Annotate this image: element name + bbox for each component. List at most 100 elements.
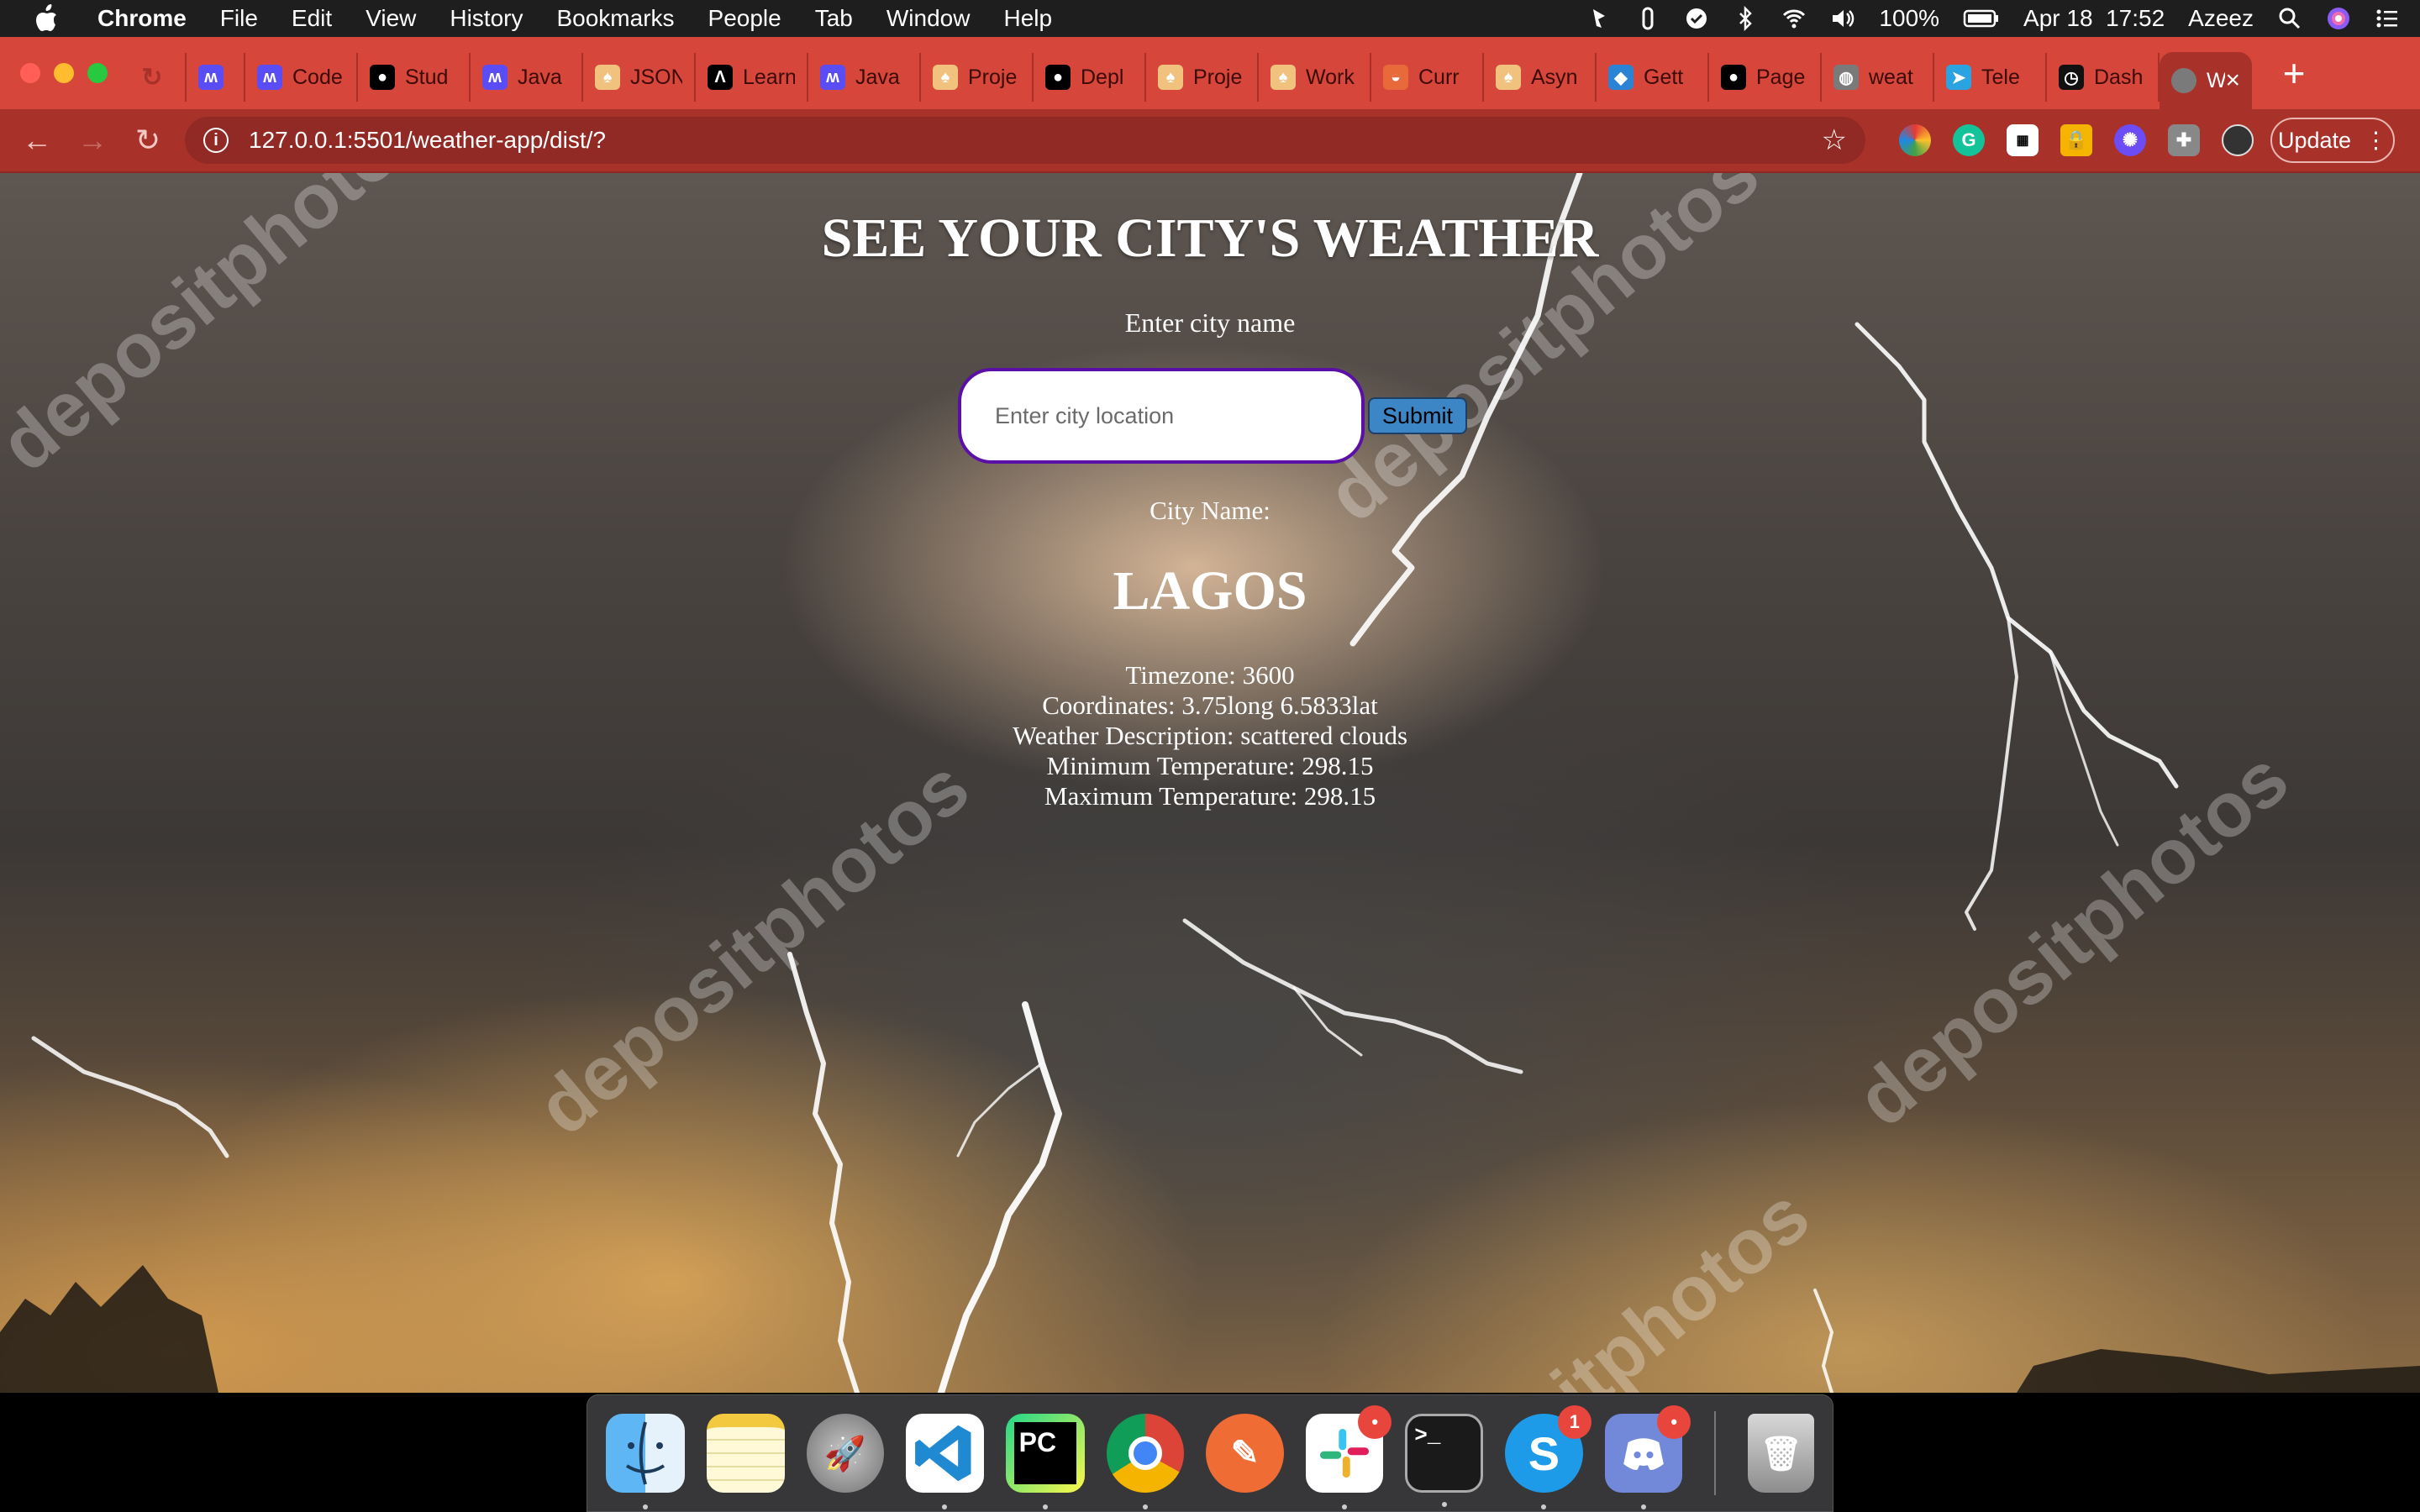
owl-icon: ♠ [1158, 65, 1183, 90]
launchpad-rocket-icon[interactable]: 🚀 [806, 1414, 885, 1493]
menubar-user[interactable]: Azeez [2188, 5, 2254, 32]
discord-icon[interactable]: • [1604, 1405, 1691, 1509]
info-icon[interactable]: i [203, 128, 229, 153]
trash-icon[interactable]: 🗑 [1748, 1414, 1814, 1493]
menu-people[interactable]: People [708, 5, 781, 32]
pycharm-icon[interactable]: PC [1005, 1414, 1085, 1509]
qr-code-extension-icon[interactable]: ▦ [2007, 124, 2039, 156]
tab-4[interactable]: ʍ Java [471, 53, 583, 102]
forward-arrow-icon[interactable]: → [74, 122, 111, 159]
puzzle-extensions-icon[interactable]: ✚ [2168, 124, 2200, 156]
grammarly-extension-icon[interactable]: G [1953, 124, 1985, 156]
tab-title: Java [518, 65, 562, 89]
tab-title: Stud [405, 65, 449, 89]
menubar-datetime[interactable]: Apr 18 17:52 [2023, 5, 2165, 32]
tab-6[interactable]: Λ Learn [696, 53, 808, 102]
battery-icon[interactable] [1963, 6, 2000, 31]
code-icon: Λ [708, 65, 733, 90]
terminal-icon[interactable]: >_ [1405, 1414, 1484, 1507]
chrome-icon[interactable] [1106, 1414, 1185, 1509]
menu-app-name[interactable]: Chrome [97, 5, 187, 32]
bookmark-star-icon[interactable]: ☆ [1822, 123, 1847, 157]
url-text[interactable]: 127.0.0.1:5501/weather-app/dist/? [249, 127, 1822, 154]
cube-icon: ◆ [1608, 65, 1634, 90]
tab-title: Curr [1418, 65, 1460, 89]
tab-14[interactable]: ◆ Gett [1597, 53, 1709, 102]
close-window-button[interactable] [20, 63, 40, 83]
address-bar[interactable]: i 127.0.0.1:5501/weather-app/dist/? ☆ [185, 117, 1865, 164]
update-button[interactable]: Update ⋮ [2270, 118, 2395, 163]
tab-title: Depl [1081, 65, 1124, 89]
globe-icon: ◍ [1833, 65, 1859, 90]
skype-icon[interactable]: S 1 [1505, 1405, 1591, 1509]
menu-edit[interactable]: Edit [292, 5, 332, 32]
tab-8[interactable]: ♠ Proje [921, 53, 1034, 102]
tab-3[interactable]: ● Stud [358, 53, 471, 102]
extensions-area: G ▦ 🔒 ✺ ✚ [1899, 124, 2254, 156]
tab-17[interactable]: ➤ Tele [1934, 53, 2047, 102]
tab-active-weather[interactable]: W × [2160, 52, 2252, 109]
close-tab-icon[interactable]: × [2225, 66, 2240, 95]
bluetooth-icon[interactable] [1733, 6, 1758, 31]
notes-icon[interactable] [707, 1414, 785, 1493]
postman-icon[interactable]: ✎ [1206, 1414, 1284, 1493]
control-center-icon[interactable] [2375, 6, 2400, 31]
tab-16[interactable]: ◍ weat [1822, 53, 1934, 102]
volume-icon[interactable] [1830, 6, 1855, 31]
tab-10[interactable]: ♠ Proje [1146, 53, 1259, 102]
tab-1[interactable]: ʍ [187, 53, 245, 102]
tab-18[interactable]: ◷ Dash [2047, 53, 2160, 102]
lock-extension-icon[interactable]: 🔒 [2060, 124, 2092, 156]
reload-icon[interactable]: ↻ [129, 122, 166, 159]
menu-history[interactable]: History [450, 5, 523, 32]
gear-extension-icon[interactable]: ✺ [2114, 124, 2146, 156]
slack-icon[interactable]: • [1305, 1405, 1392, 1509]
paperclip-icon[interactable] [1635, 6, 1660, 31]
menu-bookmarks[interactable]: Bookmarks [556, 5, 674, 32]
menu-window[interactable]: Window [886, 5, 971, 32]
more-menu-icon[interactable]: ⋮ [2365, 128, 2387, 154]
m-logo-icon: ʍ [820, 65, 845, 90]
spotlight-search-icon[interactable] [2277, 6, 2302, 31]
tab-title: Gett [1644, 65, 1684, 89]
siri-icon[interactable] [2326, 6, 2351, 31]
vscode-icon[interactable] [906, 1414, 984, 1509]
tab-0[interactable]: ↻ [128, 53, 187, 102]
apple-icon[interactable] [34, 4, 59, 33]
menu-tab[interactable]: Tab [815, 5, 853, 32]
submit-button[interactable]: Submit [1368, 397, 1467, 434]
tab-13[interactable]: ♠ Asyn [1484, 53, 1597, 102]
tab-15[interactable]: ● Page [1709, 53, 1822, 102]
wifi-icon[interactable] [1781, 6, 1807, 31]
tab-9[interactable]: ● Depl [1034, 53, 1146, 102]
timezone-text: Timezone: 3600 [1125, 660, 1295, 690]
window-controls [20, 63, 108, 83]
tab-title: Proje [968, 65, 1018, 89]
tab-title: Tele [1981, 65, 2020, 89]
macos-dock: 🚀 PC ✎ • >_ S 1 • 🗑 [587, 1394, 1833, 1512]
back-arrow-icon[interactable]: ← [18, 122, 55, 159]
m-logo-icon: ʍ [198, 65, 224, 90]
minimize-window-button[interactable] [54, 63, 74, 83]
menu-help[interactable]: Help [1003, 5, 1052, 32]
menu-view[interactable]: View [366, 5, 416, 32]
tab-2[interactable]: ʍ Code [245, 53, 358, 102]
globe-icon [2171, 68, 2196, 93]
city-location-input[interactable] [958, 368, 1365, 464]
tab-11[interactable]: ♠ Work [1259, 53, 1371, 102]
checkmark-icon[interactable] [1684, 6, 1709, 31]
profile-avatar[interactable] [2222, 124, 2254, 156]
color-picker-extension-icon[interactable] [1899, 124, 1931, 156]
fullscreen-window-button[interactable] [87, 63, 108, 83]
finder-icon[interactable] [606, 1414, 685, 1509]
min-temperature-text: Minimum Temperature: 298.15 [1046, 751, 1374, 780]
status-app-icon[interactable] [1586, 6, 1612, 31]
menu-file[interactable]: File [220, 5, 258, 32]
tab-5[interactable]: ♠ JSON [583, 53, 696, 102]
browser-toolbar: ← → ↻ i 127.0.0.1:5501/weather-app/dist/… [0, 109, 2420, 173]
new-tab-button[interactable]: + [2269, 48, 2319, 98]
notification-badge: • [1657, 1405, 1691, 1439]
tab-title: Work [1306, 65, 1355, 89]
tab-7[interactable]: ʍ Java [808, 53, 921, 102]
tab-12[interactable]: ◒ Curr [1371, 53, 1484, 102]
